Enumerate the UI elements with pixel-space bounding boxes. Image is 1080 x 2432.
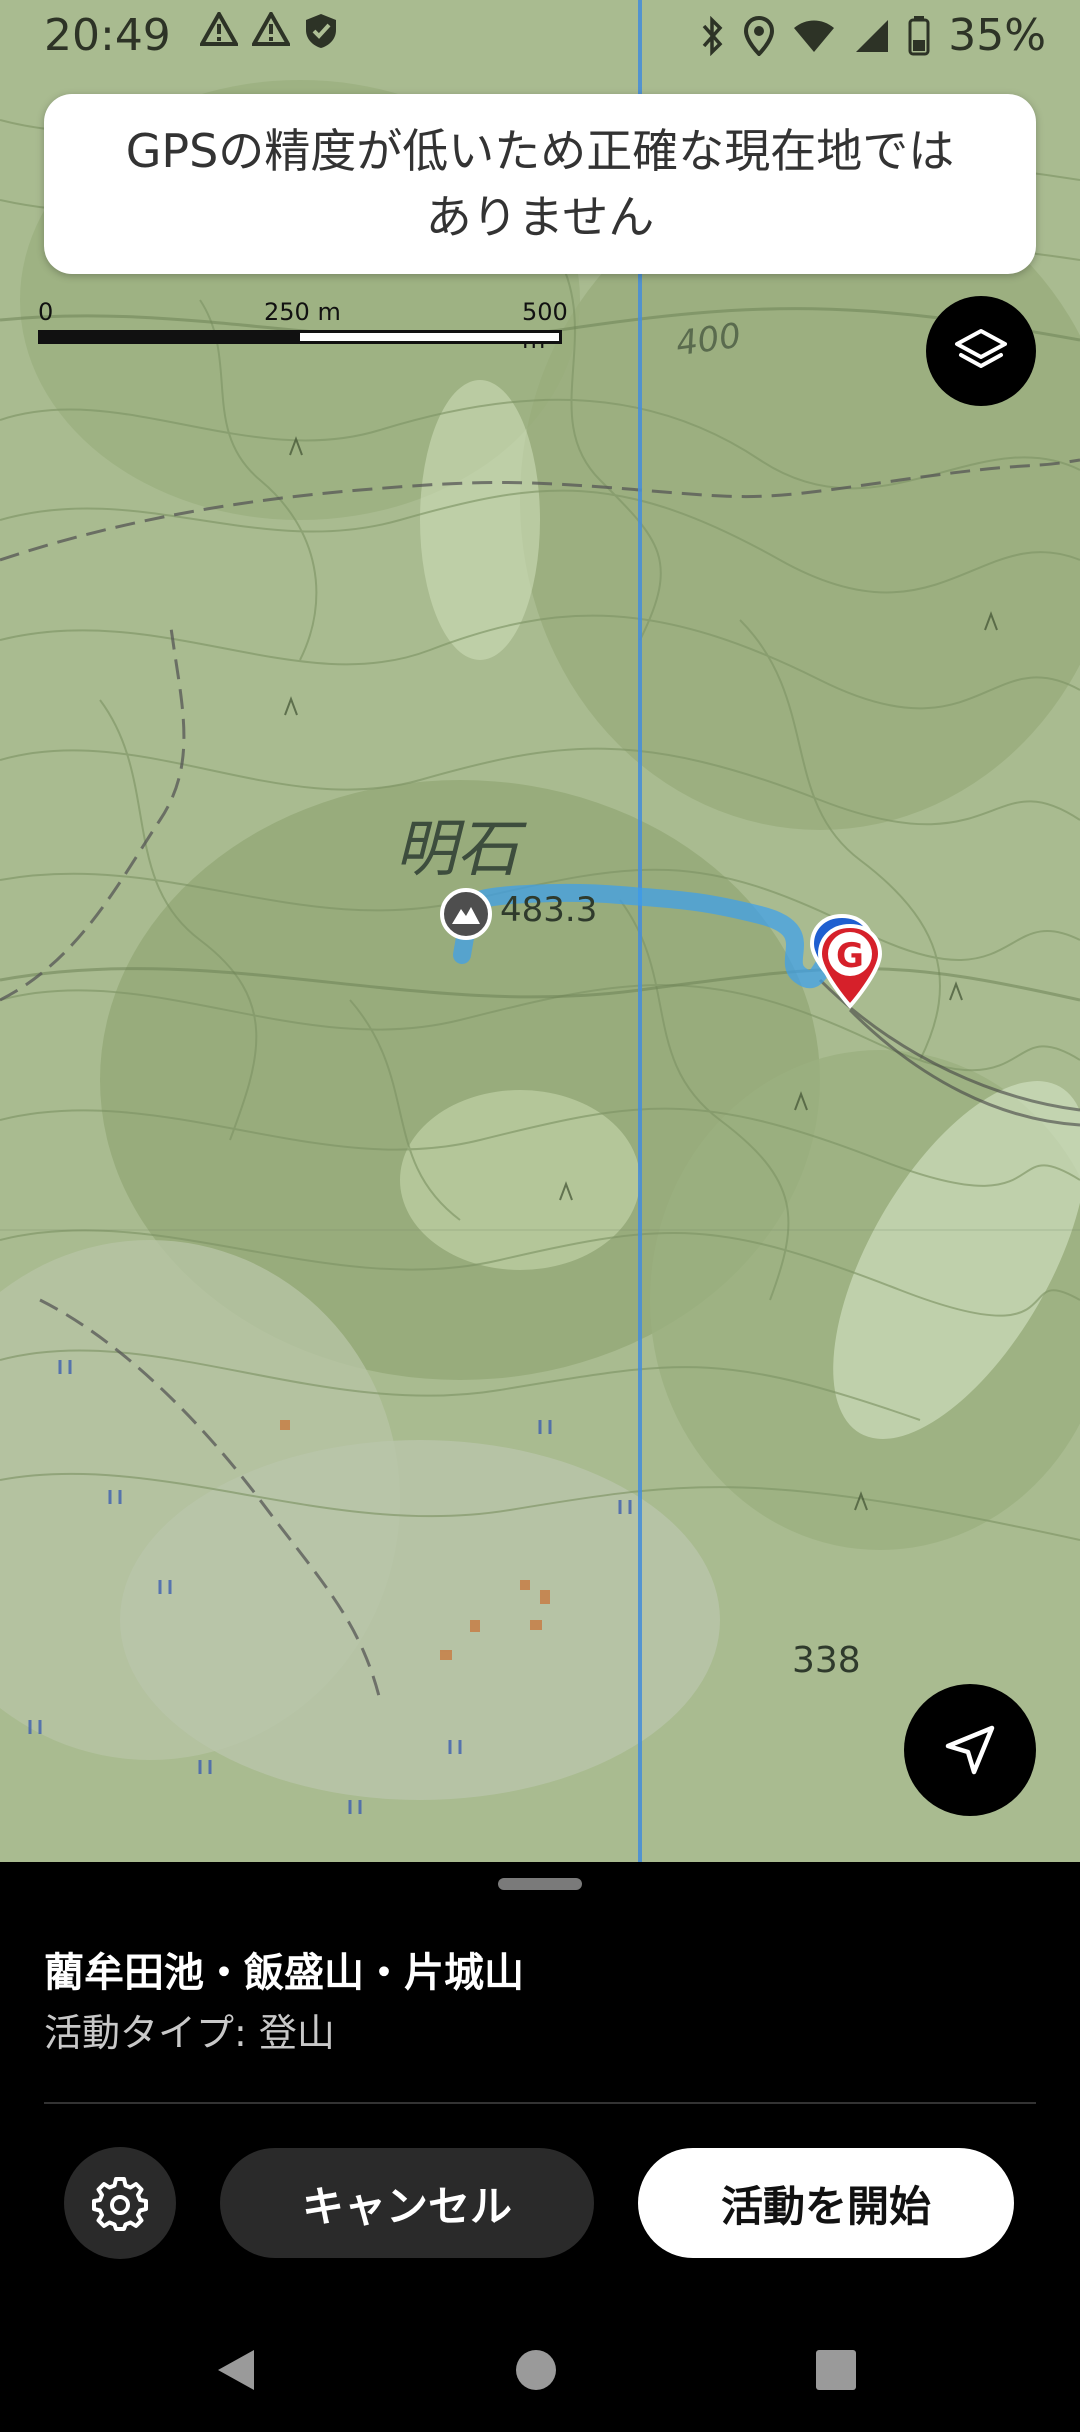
map-scale-bar: 0 250 m 500 m (38, 298, 568, 358)
status-bar: 20:49 35% (0, 0, 1080, 72)
locate-button[interactable] (904, 1684, 1036, 1816)
divider (44, 2102, 1036, 2104)
start-marker[interactable] (440, 888, 492, 940)
route-bottom-sheet[interactable]: 藺牟田池・飯盛山・片城山 活動タイプ: 登山 キャンセル 活動を開始 (0, 1862, 1080, 2432)
toast-message-line2: ありません (425, 190, 655, 244)
wifi-icon (794, 20, 835, 52)
start-activity-button[interactable]: 活動を開始 (638, 2148, 1014, 2258)
toast-message-line1: GPSの精度が低いため正確な現在地では (125, 124, 955, 178)
goal-marker[interactable]: G (806, 912, 886, 1016)
home-button[interactable] (496, 2330, 576, 2410)
battery-percent: 35% (948, 10, 1046, 61)
clock: 20:49 (44, 10, 171, 61)
signal-icon (856, 19, 889, 52)
location-icon (744, 15, 775, 56)
layers-icon (955, 329, 1007, 368)
place-name-label: 明石 (395, 812, 520, 885)
navigation-arrow-icon (945, 1725, 995, 1775)
alert-triangle-icon (252, 12, 290, 46)
route-title: 藺牟田池・飯盛山・片城山 (44, 1950, 524, 1996)
home-icon (516, 2350, 556, 2390)
gps-warning-toast: GPSの精度が低いため正確な現在地では ありません (44, 94, 1036, 274)
elevation-label: 338 (792, 1640, 861, 1681)
activity-type: 活動タイプ: 登山 (44, 2011, 335, 2055)
scale-label-zero: 0 (38, 298, 54, 326)
drag-handle[interactable] (498, 1878, 582, 1890)
elevation-label: 483.3 (500, 890, 598, 930)
topographic-map (0, 0, 1080, 1862)
alert-triangle-icon (200, 12, 238, 46)
mountain-icon (452, 907, 480, 924)
map-view[interactable]: 400 明石 483.3 338 G 20:49 35% GPSの精度が低いため… (0, 0, 1080, 1862)
cancel-button[interactable]: キャンセル (220, 2148, 594, 2258)
scale-label-mid: 250 m (264, 298, 341, 326)
gear-icon (92, 2177, 148, 2231)
back-button[interactable] (196, 2330, 276, 2410)
back-icon (218, 2350, 254, 2390)
recents-button[interactable] (796, 2330, 876, 2410)
scale-label-max: 500 m (522, 298, 568, 354)
goal-marker-letter: G (836, 936, 864, 976)
shield-icon (306, 14, 336, 48)
bluetooth-icon (702, 15, 723, 56)
recents-icon (816, 2350, 856, 2390)
battery-icon (908, 15, 930, 55)
system-navigation-bar (0, 2300, 1080, 2432)
layers-button[interactable] (926, 296, 1036, 406)
settings-button[interactable] (64, 2147, 176, 2259)
